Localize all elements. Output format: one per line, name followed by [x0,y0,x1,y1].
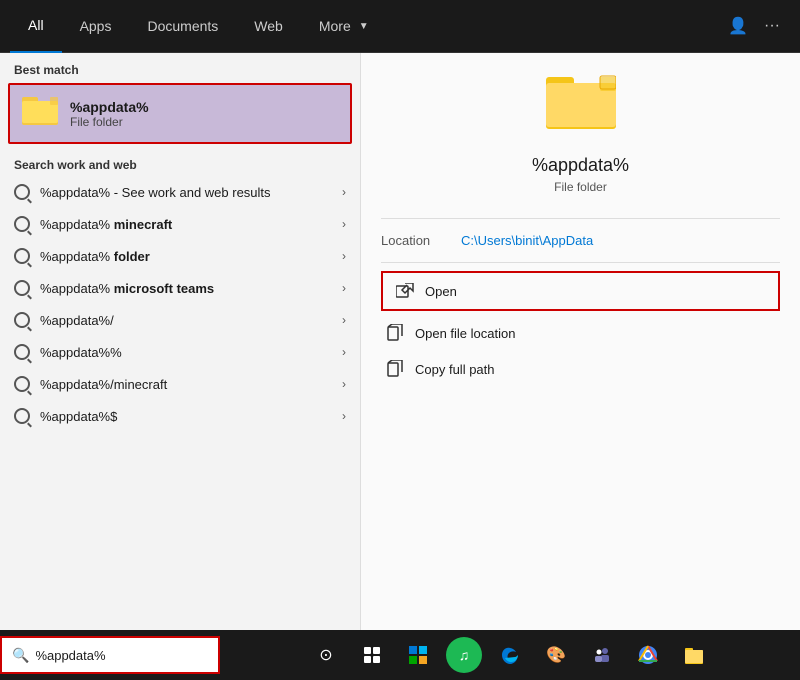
search-icon: 🔍 [12,647,29,664]
open-location-icon [385,323,405,343]
open-button[interactable]: Open [383,273,778,309]
open-location-label: Open file location [415,326,515,341]
list-item[interactable]: %appdata%/ › [0,304,360,336]
folder-large-icon [381,73,780,145]
edge-icon[interactable] [492,637,528,673]
best-match-label: Best match [0,53,360,83]
list-item[interactable]: %appdata%$ › [0,400,360,432]
result-text-suffix: - See work and web results [110,185,270,200]
right-folder-type: File folder [381,180,780,194]
divider [381,218,780,219]
chevron-right-icon: › [342,249,346,263]
tab-web[interactable]: Web [236,0,301,53]
list-item[interactable]: %appdata% folder › [0,240,360,272]
search-section-label: Search work and web [0,152,360,176]
user-icon[interactable]: 👤 [728,16,748,36]
chevron-right-icon: › [342,345,346,359]
chevron-right-icon: › [342,217,346,231]
more-options-icon[interactable]: ··· [764,17,780,35]
list-item[interactable]: %appdata%% › [0,336,360,368]
list-item[interactable]: %appdata%/minecraft › [0,368,360,400]
open-label: Open [425,284,457,299]
chrome-icon[interactable] [630,637,666,673]
spotify-icon[interactable]: ♫ [446,637,482,673]
chevron-right-icon: › [342,281,346,295]
folder-icon [22,95,58,132]
task-view-icon[interactable] [354,637,390,673]
tab-all[interactable]: All [10,0,62,53]
search-icon [14,408,30,424]
explorer-icon[interactable] [676,637,712,673]
top-nav: All Apps Documents Web More ▼ 👤 ··· [0,0,800,53]
copy-path-label: Copy full path [415,362,495,377]
best-match-subtitle: File folder [70,115,149,129]
tab-apps[interactable]: Apps [62,0,130,53]
taskbar: 🔍 ⊙ ♫ 🎨 [0,630,800,680]
chevron-right-icon: › [342,409,346,423]
chevron-right-icon: › [342,313,346,327]
taskbar-icons: ⊙ ♫ 🎨 [220,637,800,673]
right-panel: %appdata% File folder Location C:\Users\… [360,53,800,630]
copy-full-path-button[interactable]: Copy full path [381,351,780,387]
teams-icon[interactable] [584,637,620,673]
store-icon[interactable] [400,637,436,673]
location-label: Location [381,233,461,248]
search-icon [14,184,30,200]
search-icon [14,312,30,328]
right-folder-name: %appdata% [381,155,780,176]
copy-path-icon [385,359,405,379]
location-row: Location C:\Users\binit\AppData [381,227,780,254]
list-item[interactable]: %appdata% - See work and web results › [0,176,360,208]
paint-icon[interactable]: 🎨 [538,637,574,673]
search-icon [14,248,30,264]
location-value[interactable]: C:\Users\binit\AppData [461,233,593,248]
chevron-down-icon: ▼ [359,21,369,32]
chevron-right-icon: › [342,377,346,391]
search-box[interactable]: 🔍 [0,636,220,674]
open-file-location-button[interactable]: Open file location [381,315,780,351]
main-area: Best match %appdata% File folder Search … [0,53,800,630]
chevron-right-icon: › [342,185,346,199]
tab-documents[interactable]: Documents [129,0,236,53]
search-icon [14,216,30,232]
search-icon [14,280,30,296]
search-input[interactable] [35,648,208,663]
left-panel: Best match %appdata% File folder Search … [0,53,360,630]
start-icon[interactable]: ⊙ [308,637,344,673]
open-icon [395,281,415,301]
tab-more[interactable]: More ▼ [301,0,387,53]
search-icon [14,376,30,392]
best-match-title: %appdata% [70,99,149,115]
list-item[interactable]: %appdata% minecraft › [0,208,360,240]
result-text-main: %appdata% [40,185,110,200]
search-icon [14,344,30,360]
divider2 [381,262,780,263]
open-button-wrapper: Open [381,271,780,311]
best-match-item[interactable]: %appdata% File folder [8,83,352,144]
list-item[interactable]: %appdata% microsoft teams › [0,272,360,304]
